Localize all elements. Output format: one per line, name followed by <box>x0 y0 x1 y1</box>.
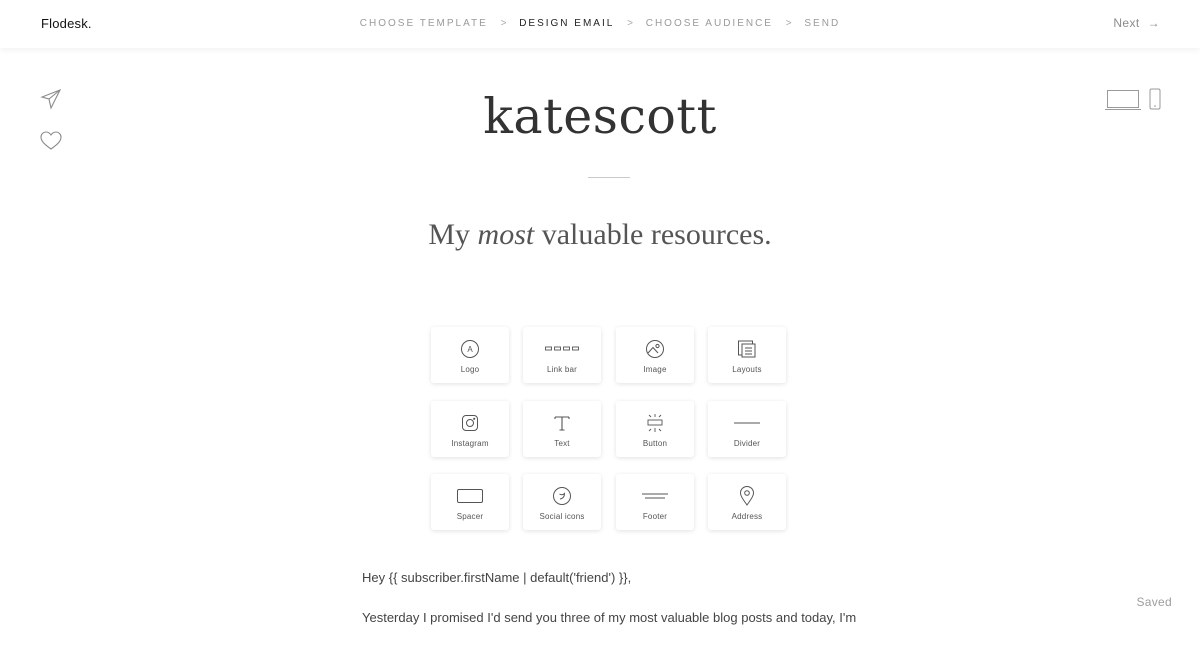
link-bar-icon <box>523 338 601 360</box>
step-separator: > <box>627 18 633 29</box>
wizard-steps: CHOOSE TEMPLATE > DESIGN EMAIL > CHOOSE … <box>0 18 1200 29</box>
block-layouts[interactable]: Layouts <box>708 327 786 383</box>
block-label: Button <box>642 439 668 448</box>
block-label: Text <box>554 439 570 448</box>
save-status: Saved <box>1136 595 1172 609</box>
spacer-icon <box>431 485 509 507</box>
top-bar: Flodesk. CHOOSE TEMPLATE > DESIGN EMAIL … <box>0 0 1200 48</box>
block-label: Divider <box>733 439 761 448</box>
instagram-icon <box>431 412 509 434</box>
next-label: Next <box>1113 16 1140 30</box>
logo-icon: A <box>431 338 509 360</box>
email-greeting: Hey {{ subscriber.firstName | default('f… <box>362 570 632 585</box>
divider-icon <box>708 412 786 434</box>
block-logo[interactable]: A Logo <box>431 327 509 383</box>
block-instagram[interactable]: Instagram <box>431 401 509 457</box>
step-separator: > <box>785 18 792 29</box>
footer-icon <box>616 485 694 507</box>
step-choose-audience[interactable]: CHOOSE AUDIENCE <box>646 18 773 29</box>
headline-text: My <box>428 218 478 251</box>
step-send[interactable]: SEND <box>804 18 840 29</box>
block-label: Footer <box>642 512 668 521</box>
step-separator: > <box>500 18 507 29</box>
text-icon <box>523 412 601 434</box>
headline-text: valuable resources. <box>534 218 772 251</box>
image-icon <box>616 338 694 360</box>
block-divider[interactable]: Divider <box>708 401 786 457</box>
block-text[interactable]: Text <box>523 401 601 457</box>
button-icon <box>616 412 694 434</box>
block-label: Instagram <box>451 439 489 448</box>
email-headline[interactable]: My most valuable resources. <box>0 218 1200 252</box>
email-brand-title[interactable]: katescott <box>0 88 1200 145</box>
address-icon <box>708 485 786 507</box>
step-choose-template[interactable]: CHOOSE TEMPLATE <box>360 18 488 29</box>
email-paragraph: Yesterday I promised I'd send you three … <box>362 610 857 625</box>
block-label: Address <box>731 512 763 521</box>
svg-text:A: A <box>467 345 473 354</box>
block-link-bar[interactable]: Link bar <box>523 327 601 383</box>
block-label: Image <box>643 365 667 374</box>
block-address[interactable]: Address <box>708 474 786 530</box>
block-label: Layouts <box>732 365 762 374</box>
block-label: Link bar <box>546 365 578 374</box>
headline-emphasis: most <box>477 218 535 251</box>
email-body[interactable]: Hey {{ subscriber.firstName | default('f… <box>362 568 862 648</box>
social-icons-icon <box>523 485 601 507</box>
block-spacer[interactable]: Spacer <box>431 474 509 530</box>
block-social-icons[interactable]: Social icons <box>523 474 601 530</box>
block-label: Spacer <box>456 512 484 521</box>
block-button[interactable]: Button <box>616 401 694 457</box>
brand-divider <box>588 177 630 178</box>
layouts-icon <box>708 338 786 360</box>
block-label: Logo <box>460 365 480 374</box>
step-design-email[interactable]: DESIGN EMAIL <box>519 18 614 29</box>
next-button[interactable]: Next → <box>1113 16 1160 30</box>
block-footer[interactable]: Footer <box>616 474 694 530</box>
block-image[interactable]: Image <box>616 327 694 383</box>
block-label: Social icons <box>539 512 585 521</box>
arrow-right-icon: → <box>1147 16 1160 30</box>
